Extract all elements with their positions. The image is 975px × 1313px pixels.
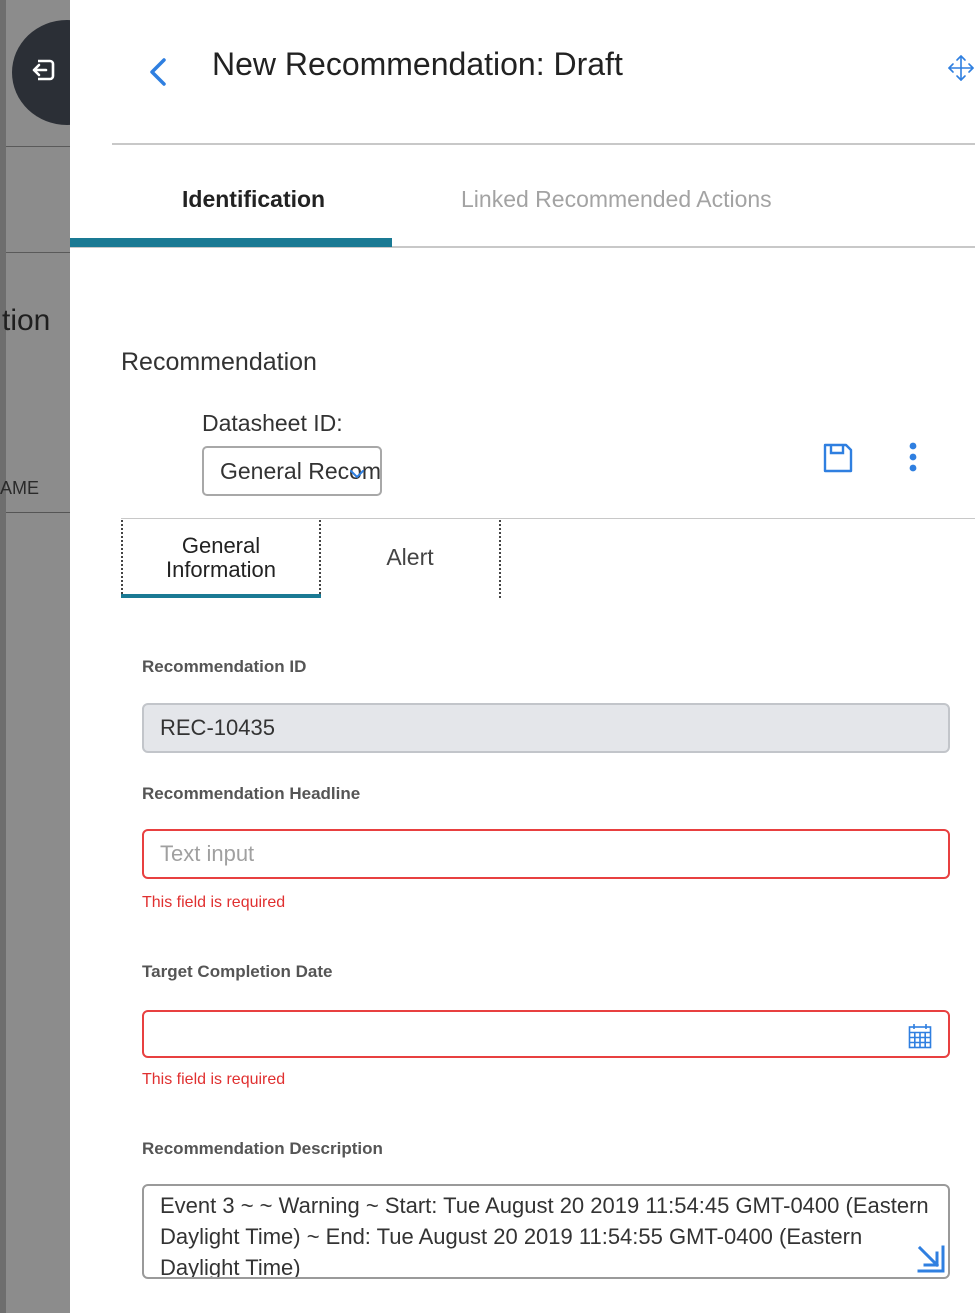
description-label: Recommendation Description (142, 1139, 383, 1158)
move-button[interactable] (946, 53, 975, 88)
divider (6, 512, 70, 513)
target-date-error: This field is required (142, 1071, 286, 1088)
active-tab-indicator (70, 238, 392, 247)
expand-button[interactable] (916, 1244, 946, 1279)
back-button[interactable] (146, 54, 170, 90)
description-textarea[interactable]: Event 3 ~ ~ Warning ~ Start: Tue August … (142, 1184, 950, 1279)
datasheet-label: Datasheet ID: (202, 410, 343, 436)
save-button[interactable] (822, 442, 854, 479)
more-vertical-icon (909, 442, 917, 472)
header-divider (112, 143, 975, 145)
page-title: New Recommendation: Draft (212, 46, 623, 82)
app-edge (0, 0, 6, 1313)
subtab-label: General Information (165, 533, 277, 582)
dropdown-chevron-icon (350, 470, 364, 478)
logout-button[interactable] (12, 20, 70, 125)
tab-identification[interactable]: Identification (182, 186, 325, 213)
target-date-input[interactable] (142, 1010, 950, 1058)
calendar-icon[interactable] (908, 1023, 932, 1049)
divider (6, 252, 70, 253)
subtab-label: Alert (386, 544, 434, 570)
sub-tabs-divider (121, 518, 975, 519)
section-title: Recommendation (121, 348, 317, 376)
target-date-label: Target Completion Date (142, 962, 333, 981)
back-chevron-icon (150, 58, 166, 86)
headline-error: This field is required (142, 894, 286, 911)
background-heading-fragment: tion (2, 304, 51, 337)
active-subtab-indicator (121, 594, 321, 598)
headline-label: Recommendation Headline (142, 784, 361, 803)
recommendation-id-field: REC-10435 (142, 703, 950, 753)
divider (6, 146, 70, 147)
move-icon (948, 55, 974, 81)
recommendation-panel: New Recommendation: Draft Identification… (70, 0, 975, 1313)
background-app: tion AME (0, 0, 70, 1313)
datasheet-select[interactable]: General Recom (202, 446, 382, 496)
tab-linked-recommended-actions[interactable]: Linked Recommended Actions (461, 186, 772, 213)
expand-icon (917, 1245, 945, 1273)
background-column-fragment: AME (0, 478, 40, 498)
save-icon (823, 443, 853, 473)
logout-icon (32, 59, 55, 81)
recommendation-id-label: Recommendation ID (142, 657, 307, 676)
subtab-alert[interactable]: Alert (321, 520, 501, 598)
headline-input[interactable]: Text input (142, 829, 950, 879)
subtab-general-information[interactable]: General Information (121, 520, 321, 598)
more-options-button[interactable] (908, 442, 918, 477)
